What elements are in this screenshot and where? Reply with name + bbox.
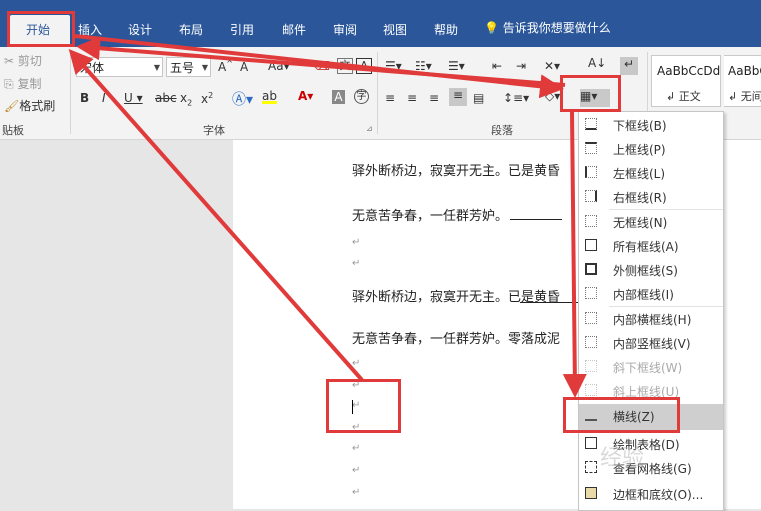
annotation-arrows [68, 34, 587, 398]
arrow-borders-to-horizontal-line [562, 111, 587, 398]
arrow-borders-to-home [76, 36, 566, 87]
arrow-cursor-to-home [68, 49, 364, 382]
watermark: 经验 [600, 446, 645, 471]
